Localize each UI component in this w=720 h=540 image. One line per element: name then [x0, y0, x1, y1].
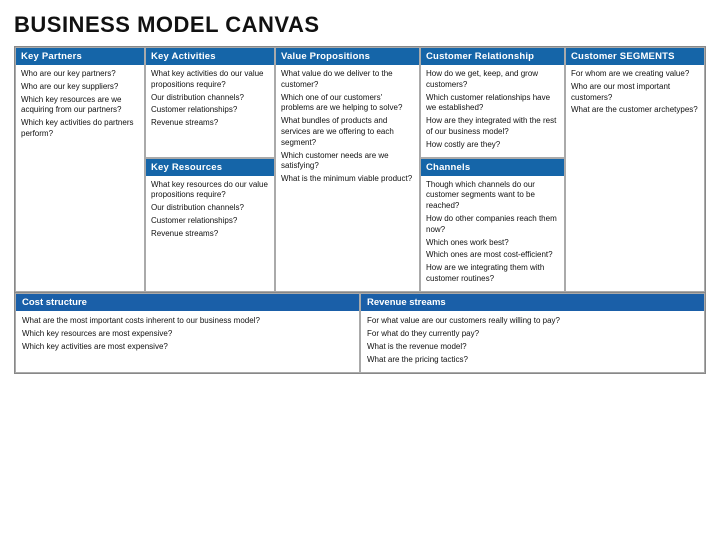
- key-partners-cell: Key Partners Who are our key partners? W…: [15, 47, 145, 292]
- channels-header: Channels: [421, 159, 564, 176]
- key-partners-body: Who are our key partners? Who are our ke…: [16, 65, 144, 291]
- key-resources-header: Key Resources: [146, 159, 274, 176]
- channels-body: Though which channels do our customer se…: [421, 176, 564, 291]
- cost-structure-cell: Cost structure What are the most importa…: [15, 293, 360, 373]
- customer-relationship-body: How do we get, keep, and grow customers?…: [421, 65, 564, 157]
- bottom-grid: Cost structure What are the most importa…: [14, 293, 706, 374]
- value-propositions-body: What value do we deliver to the customer…: [276, 65, 419, 291]
- canvas-grid: Key Partners Who are our key partners? W…: [14, 46, 706, 293]
- value-propositions-header: Value Propositions: [276, 48, 419, 65]
- key-resources-cell: Key Resources What key resources do our …: [145, 158, 275, 292]
- channels-cell: Channels Though which channels do our cu…: [420, 158, 565, 292]
- customer-segments-header: Customer SEGMENTS: [566, 48, 704, 65]
- revenue-streams-cell: Revenue streams For what value are our c…: [360, 293, 705, 373]
- page-title: BUSINESS MODEL CANVAS: [14, 12, 706, 38]
- revenue-streams-body: For what value are our customers really …: [361, 311, 704, 372]
- customer-relationship-cell: Customer Relationship How do we get, kee…: [420, 47, 565, 158]
- key-activities-cell: Key Activities What key activities do ou…: [145, 47, 275, 158]
- key-partners-header: Key Partners: [16, 48, 144, 65]
- cost-structure-header: Cost structure: [16, 294, 359, 311]
- value-propositions-cell: Value Propositions What value do we deli…: [275, 47, 420, 292]
- key-activities-header: Key Activities: [146, 48, 274, 65]
- customer-segments-cell: Customer SEGMENTS For whom are we creati…: [565, 47, 705, 292]
- customer-segments-body: For whom are we creating value? Who are …: [566, 65, 704, 291]
- customer-relationship-header: Customer Relationship: [421, 48, 564, 65]
- key-resources-body: What key resources do our value proposit…: [146, 176, 274, 291]
- cost-structure-body: What are the most important costs inhere…: [16, 311, 359, 359]
- revenue-streams-header: Revenue streams: [361, 294, 704, 311]
- key-activities-body: What key activities do our value proposi…: [146, 65, 274, 157]
